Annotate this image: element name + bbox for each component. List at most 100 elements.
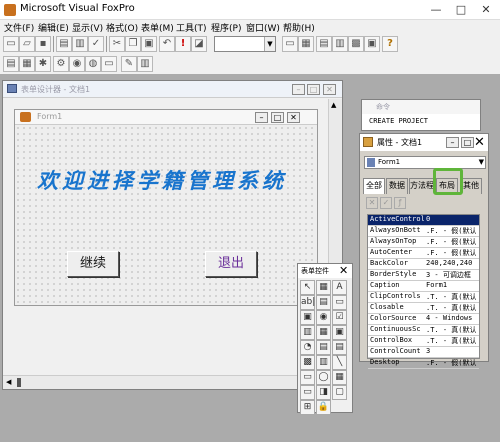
- control-tool-icon[interactable]: ▭: [300, 370, 315, 385]
- run-icon[interactable]: !: [175, 36, 191, 52]
- command-text[interactable]: CREATE PROJECT: [369, 117, 428, 125]
- control-tool-icon[interactable]: 🔒: [316, 400, 331, 415]
- new-file-icon[interactable]: ▭: [3, 36, 19, 52]
- menu-file[interactable]: 文件(F): [4, 21, 34, 34]
- property-value[interactable]: 3: [426, 347, 476, 355]
- property-row[interactable]: Desktop .F. - 假(默认: [368, 358, 479, 369]
- help-icon[interactable]: ?: [382, 36, 398, 52]
- property-row[interactable]: Closable .T. - 真(默认: [368, 303, 479, 314]
- property-value[interactable]: .F. - 假(默认: [426, 248, 476, 258]
- cut-icon[interactable]: ✂: [109, 36, 125, 52]
- property-value[interactable]: .T. - 真(默认: [426, 292, 476, 302]
- form1-close-button[interactable]: ✕: [287, 112, 300, 123]
- paste-icon[interactable]: ▣: [141, 36, 157, 52]
- control-tool-icon[interactable]: A: [332, 280, 347, 295]
- form-heading-label[interactable]: 欢迎进择学籍管理系统: [37, 165, 287, 195]
- form1-minimize-button[interactable]: –: [255, 112, 268, 123]
- property-value[interactable]: .F. - 假(默认: [426, 226, 476, 236]
- data-session-icon[interactable]: ▦: [298, 36, 314, 52]
- chevron-down-icon[interactable]: ▼: [479, 158, 484, 166]
- scroll-left-icon[interactable]: ◀: [6, 378, 11, 386]
- tab-data[interactable]: 数据: [386, 178, 408, 194]
- menu-view[interactable]: 显示(V): [72, 21, 103, 34]
- scroll-thumb[interactable]: [17, 378, 21, 387]
- control-tool-icon[interactable]: ▦: [316, 280, 331, 295]
- function-icon[interactable]: ƒ: [394, 197, 406, 209]
- undo-icon[interactable]: ↶: [159, 36, 175, 52]
- form-control-toolbar-icon[interactable]: ▤: [316, 36, 332, 52]
- control-tool-icon[interactable]: ▥: [316, 355, 331, 370]
- set-tab-order-icon[interactable]: ▤: [3, 56, 19, 72]
- database-select[interactable]: ▼: [214, 36, 276, 52]
- code-window-icon[interactable]: ▥: [332, 36, 348, 52]
- menu-program[interactable]: 程序(P): [211, 21, 241, 34]
- scroll-up-icon[interactable]: ▲: [331, 101, 336, 109]
- control-tool-icon[interactable]: ╲: [332, 355, 347, 370]
- menu-edit[interactable]: 编辑(E): [38, 21, 69, 34]
- property-row[interactable]: Caption Form1: [368, 281, 479, 292]
- properties-maximize-button[interactable]: □: [461, 137, 474, 148]
- property-value[interactable]: .T. - 真(默认: [426, 336, 476, 346]
- control-tool-icon[interactable]: ▣: [332, 325, 347, 340]
- control-tool-icon[interactable]: ▣: [300, 310, 315, 325]
- control-tool-icon[interactable]: ab|: [300, 295, 315, 310]
- control-tool-icon[interactable]: ▦: [316, 325, 331, 340]
- control-tool-icon[interactable]: ▥: [300, 325, 315, 340]
- form-controls-close-button[interactable]: ✕: [339, 264, 348, 277]
- close-button[interactable]: ✕: [474, 2, 498, 18]
- control-tool-icon[interactable]: ☑: [332, 310, 347, 325]
- form-controls-toolbar-icon[interactable]: ◉: [69, 56, 85, 72]
- minimize-button[interactable]: —: [424, 2, 448, 18]
- control-tool-icon[interactable]: ▤: [316, 340, 331, 355]
- designer-minimize-button[interactable]: –: [292, 84, 305, 95]
- cancel-icon[interactable]: ✕: [366, 197, 378, 209]
- menu-help[interactable]: 帮助(H): [283, 21, 315, 34]
- tab-other[interactable]: 其他: [460, 178, 482, 194]
- designer-close-button[interactable]: ✕: [323, 84, 336, 95]
- property-row[interactable]: AutoCenter .F. - 假(默认: [368, 248, 479, 259]
- control-tool-icon[interactable]: ↖: [300, 280, 315, 295]
- form1-maximize-button[interactable]: □: [271, 112, 284, 123]
- chevron-down-icon[interactable]: ▼: [264, 37, 275, 51]
- tab-methods[interactable]: 方法程: [409, 178, 435, 194]
- autoformat-icon[interactable]: ▥: [137, 56, 153, 72]
- property-value[interactable]: .T. - 真(默认: [426, 303, 476, 313]
- open-folder-icon[interactable]: ▱: [19, 36, 35, 52]
- control-tool-icon[interactable]: ▦: [332, 370, 347, 385]
- property-value[interactable]: 3 - 可调边框: [426, 270, 476, 280]
- control-tool-icon[interactable]: ▢: [332, 385, 347, 400]
- form-builder-icon[interactable]: ✎: [121, 56, 137, 72]
- code-window-icon[interactable]: ⚙: [53, 56, 69, 72]
- menu-format[interactable]: 格式(O): [106, 21, 138, 34]
- control-tool-icon[interactable]: ▭: [300, 385, 315, 400]
- control-tool-icon[interactable]: ▩: [300, 355, 315, 370]
- command-window-icon[interactable]: ▭: [282, 36, 298, 52]
- property-row[interactable]: ContinuousSc .T. - 真(默认: [368, 325, 479, 336]
- property-row[interactable]: AlwaysOnTop .F. - 假(默认: [368, 237, 479, 248]
- menu-form[interactable]: 表单(M): [141, 21, 174, 34]
- property-row[interactable]: BackColor 240,240,240: [368, 259, 479, 270]
- property-value[interactable]: 4 - Windows: [426, 314, 476, 322]
- copy-icon[interactable]: ❐: [125, 36, 141, 52]
- property-value[interactable]: 240,240,240: [426, 259, 476, 267]
- modify-form-icon[interactable]: ◪: [191, 36, 207, 52]
- control-tool-icon[interactable]: ⊞: [300, 400, 315, 415]
- control-tool-icon[interactable]: ◔: [300, 340, 315, 355]
- exit-button[interactable]: 退出: [205, 251, 257, 277]
- color-palette-toolbar-icon[interactable]: ◍: [85, 56, 101, 72]
- property-row[interactable]: ActiveControl 0: [368, 215, 479, 226]
- data-environment-icon[interactable]: ▦: [19, 56, 35, 72]
- object-select[interactable]: Form1 ▼: [364, 156, 486, 169]
- save-icon[interactable]: ▪: [35, 36, 51, 52]
- properties-window-icon[interactable]: ✱: [35, 56, 51, 72]
- spell-check-icon[interactable]: ✓: [88, 36, 104, 52]
- horizontal-scrollbar[interactable]: ◀: [3, 375, 342, 389]
- print-preview-icon[interactable]: ▥: [72, 36, 88, 52]
- control-tool-icon[interactable]: ◨: [316, 385, 331, 400]
- property-row[interactable]: BorderStyle 3 - 可调边框: [368, 270, 479, 281]
- property-row[interactable]: ControlBox .T. - 真(默认: [368, 336, 479, 347]
- designer-maximize-button[interactable]: □: [307, 84, 320, 95]
- menu-tools[interactable]: 工具(T): [176, 21, 207, 34]
- property-row[interactable]: ControlCount 3: [368, 347, 479, 358]
- print-icon[interactable]: ▤: [56, 36, 72, 52]
